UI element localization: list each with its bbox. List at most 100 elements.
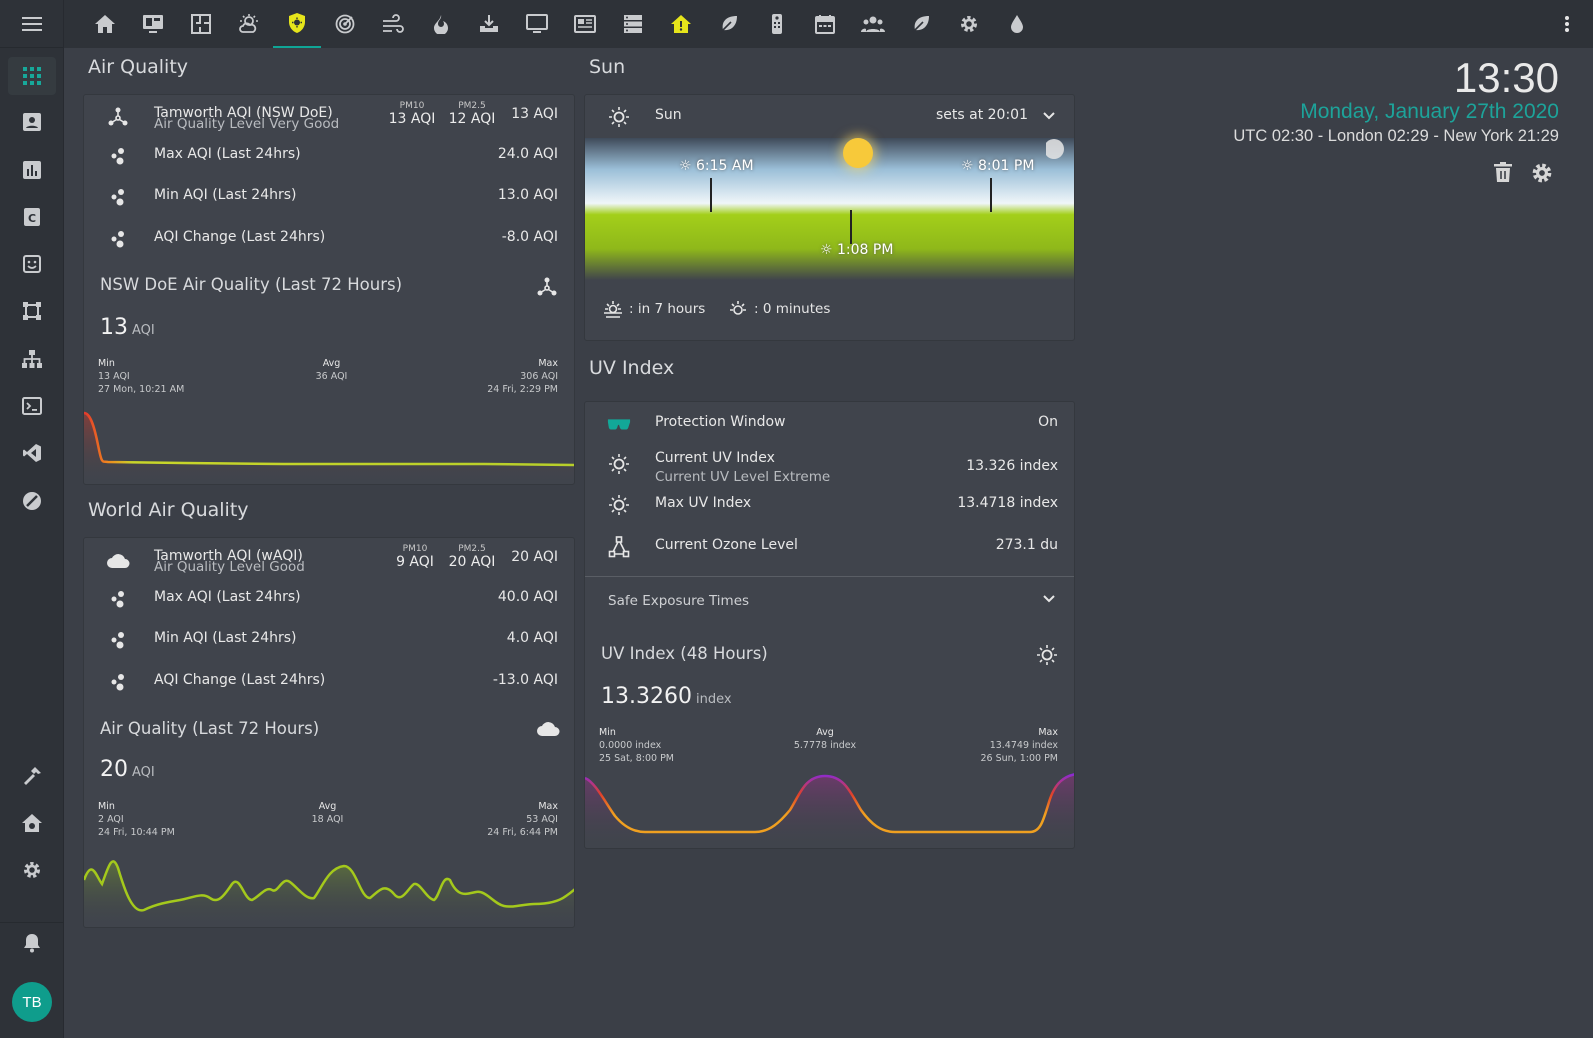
- aqi-graph-unit: AQI: [132, 323, 155, 338]
- waqi-graph-title: Air Quality (Last 72 Hours): [100, 719, 320, 738]
- uv-row-protection-name: Protection Window: [655, 414, 786, 430]
- pm25-reading: PM2.5 12 AQI: [446, 101, 498, 127]
- max-label: Max: [1038, 727, 1058, 738]
- tab-wind[interactable]: [369, 0, 417, 48]
- tab-calendar[interactable]: [801, 0, 849, 48]
- sidebar-item-clipboard[interactable]: [8, 245, 56, 283]
- uv-row-max[interactable]: Max UV Index 13.4718 index: [585, 485, 1074, 525]
- compass-off-icon: [23, 492, 41, 510]
- avatar[interactable]: TB: [12, 982, 52, 1022]
- aqi-graph-value: 13: [100, 315, 128, 340]
- aqi-graph-max: Max 306 AQI 24 Fri, 2:29 PM: [487, 357, 558, 396]
- sidebar-item-supervisor[interactable]: [8, 804, 56, 842]
- waqi-graph-value: 20: [100, 757, 128, 782]
- cog-icon: [1532, 163, 1552, 183]
- air-quality-title: Air Quality: [88, 56, 189, 78]
- more-options-button[interactable]: [1555, 12, 1579, 36]
- tab-newspaper[interactable]: [561, 0, 609, 48]
- calendar-c-icon: C: [24, 208, 40, 226]
- sunrise-icon: [604, 301, 622, 318]
- sun-icon: [607, 105, 631, 129]
- sidebar-item-vector[interactable]: [8, 292, 56, 330]
- aqi-main-value: 13 AQI: [511, 106, 558, 122]
- pm25-reading: PM2.5 20 AQI: [446, 544, 498, 570]
- uv-row-max-value: 13.4718 index: [957, 495, 1058, 511]
- tab-settings[interactable]: [945, 0, 993, 48]
- min-value: 2 AQI: [98, 814, 124, 825]
- tab-floor-plan[interactable]: [177, 0, 225, 48]
- settings-button[interactable]: [1531, 162, 1553, 188]
- tab-leaf-alt[interactable]: [897, 0, 945, 48]
- waqi-sparkline: [84, 860, 574, 927]
- sun-expand-button[interactable]: [1042, 108, 1056, 127]
- aqi-main-row[interactable]: Tamworth AQI (NSW DoE) Air Quality Level…: [84, 95, 574, 139]
- tab-shield-sun[interactable]: [273, 0, 321, 48]
- water-icon: [1011, 15, 1023, 33]
- max-time: 26 Sun, 1:00 PM: [980, 753, 1059, 764]
- sidebar-item-calendar-c[interactable]: C: [8, 198, 56, 236]
- pm25-label: PM2.5: [458, 544, 486, 554]
- aqi-graph-min: Min 13 AQI 27 Mon, 10:21 AM: [98, 357, 184, 396]
- sidebar-item-compass[interactable]: [8, 482, 56, 520]
- uv-row-ozone[interactable]: Current Ozone Level 273.1 du: [585, 527, 1074, 567]
- vscode-icon: [23, 444, 41, 462]
- tab-people[interactable]: [849, 0, 897, 48]
- waqi-row-max[interactable]: Max AQI (Last 24hrs) 40.0 AQI: [84, 579, 574, 619]
- uv-sparkline: [585, 773, 1074, 848]
- leaf-icon: [720, 16, 737, 33]
- newspaper-icon: [574, 15, 596, 33]
- max-time: 24 Fri, 2:29 PM: [487, 384, 558, 395]
- uv-graph-title: UV Index (48 Hours): [601, 644, 768, 663]
- safe-exposure-toggle[interactable]: Safe Exposure Times: [585, 577, 1074, 625]
- min-label: Min: [98, 801, 115, 812]
- tab-weather[interactable]: [225, 0, 273, 48]
- tab-remote[interactable]: [753, 0, 801, 48]
- sidebar-item-vscode[interactable]: [8, 434, 56, 472]
- tab-water[interactable]: [993, 0, 1041, 48]
- tab-download[interactable]: [465, 0, 513, 48]
- waqi-row-min[interactable]: Min AQI (Last 24hrs) 4.0 AQI: [84, 620, 574, 660]
- sunglasses-icon: [607, 412, 631, 436]
- tab-fire[interactable]: [417, 0, 465, 48]
- notifications-button[interactable]: [8, 924, 56, 962]
- noon-marker: [850, 210, 852, 244]
- sitemap-icon: [22, 350, 42, 368]
- tab-server[interactable]: [609, 0, 657, 48]
- uv-row-current[interactable]: Current UV Index Current UV Level Extrem…: [585, 440, 1074, 488]
- uv-row-current-value: 13.326 index: [966, 458, 1058, 474]
- tab-radar[interactable]: [321, 0, 369, 48]
- aqi-row-change[interactable]: AQI Change (Last 24hrs) -8.0 AQI: [84, 219, 574, 259]
- max-value: 13.4749 index: [989, 740, 1058, 751]
- tab-home[interactable]: [81, 0, 129, 48]
- sidebar-item-sitemap[interactable]: [8, 340, 56, 378]
- sidebar-item-charts[interactable]: [8, 151, 56, 189]
- menu-button[interactable]: [0, 0, 63, 48]
- aqi-row-max[interactable]: Max AQI (Last 24hrs) 24.0 AQI: [84, 136, 574, 176]
- uv-row-protection[interactable]: Protection Window On: [585, 404, 1074, 444]
- tab-monitor[interactable]: [513, 0, 561, 48]
- sidebar-item-terminal[interactable]: [8, 387, 56, 425]
- waqi-row-max-name: Max AQI (Last 24hrs): [154, 589, 301, 605]
- world-air-quality-title: World Air Quality: [88, 499, 249, 521]
- sun-header-row[interactable]: Sun sets at 20:01: [585, 95, 1074, 139]
- dots-icon: [106, 670, 130, 694]
- uv-graph-avg: Avg 5.7778 index: [775, 726, 875, 752]
- pm10-label: PM10: [399, 101, 425, 111]
- aqi-graph-avg: Avg 36 AQI: [284, 357, 379, 383]
- sidebar-item-account[interactable]: [8, 103, 56, 141]
- sidebar-item-settings[interactable]: [8, 851, 56, 889]
- waqi-row-change[interactable]: AQI Change (Last 24hrs) -13.0 AQI: [84, 662, 574, 702]
- tab-leaf[interactable]: [705, 0, 753, 48]
- aqi-row-min[interactable]: Min AQI (Last 24hrs) 13.0 AQI: [84, 177, 574, 217]
- sidebar-item-dashboard[interactable]: [8, 57, 56, 95]
- clipboard-face-icon: [23, 255, 41, 273]
- sidebar-item-developer[interactable]: [8, 757, 56, 795]
- tab-home-alert[interactable]: [657, 0, 705, 48]
- sun-icon: [730, 301, 746, 315]
- uv-graph-max: Max 13.4749 index 26 Sun, 1:00 PM: [981, 726, 1059, 765]
- waqi-graph-min: Min 2 AQI 24 Fri, 10:44 PM: [98, 800, 175, 839]
- menu-icon[interactable]: [21, 16, 42, 32]
- waqi-main-row[interactable]: Tamworth AQI (wAQI) Air Quality Level Go…: [84, 538, 574, 582]
- delete-button[interactable]: [1494, 162, 1512, 186]
- tab-monitor-dashboard[interactable]: [129, 0, 177, 48]
